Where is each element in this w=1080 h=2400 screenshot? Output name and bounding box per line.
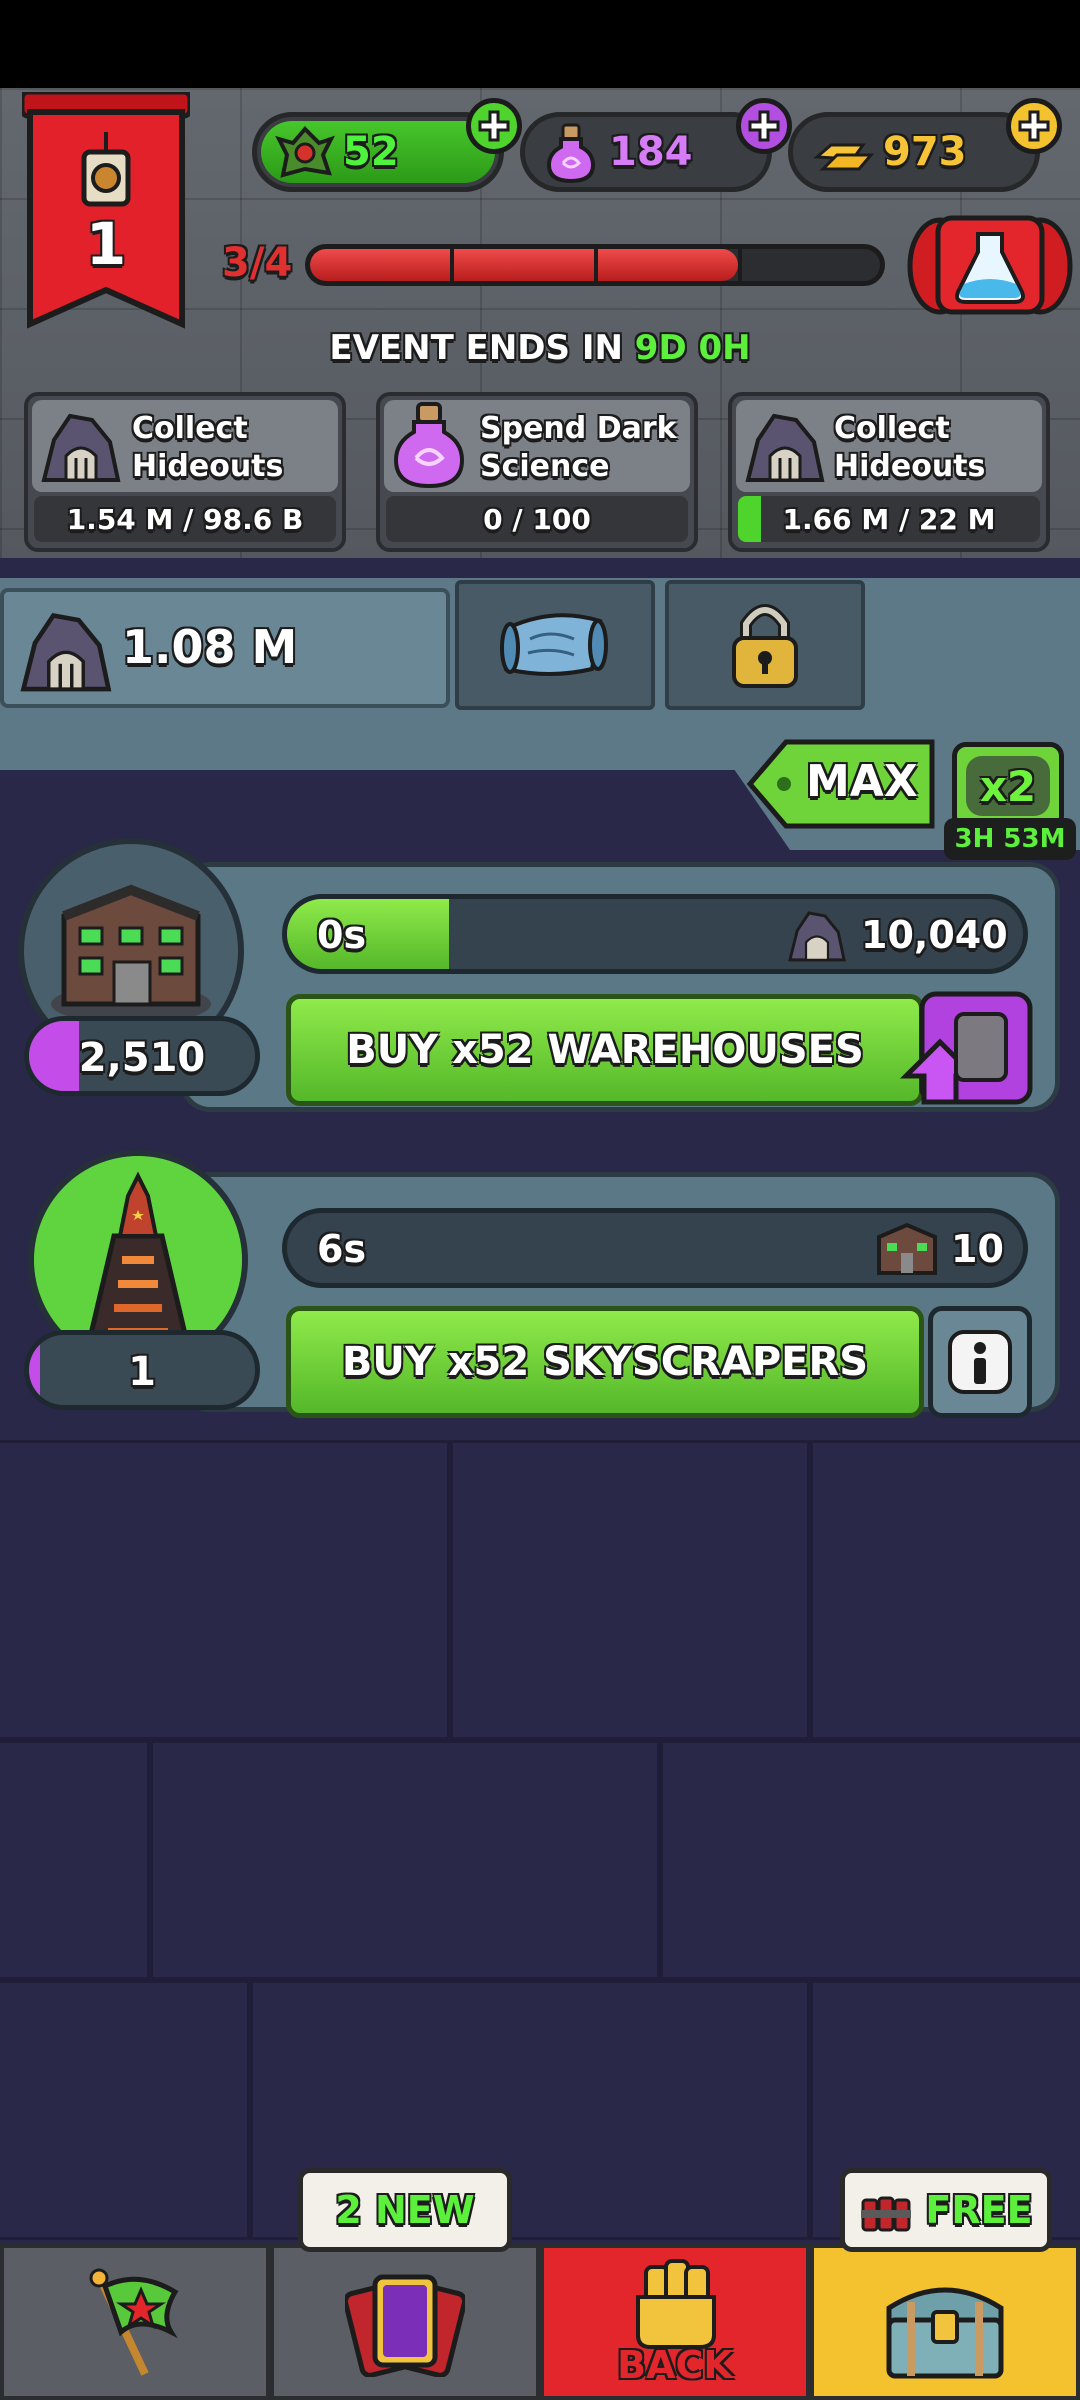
dark-science-pill[interactable]: 184	[520, 112, 772, 192]
add-gold-button[interactable]	[1006, 98, 1062, 154]
flag-icon	[89, 2268, 179, 2376]
tab-locked[interactable]	[665, 580, 865, 710]
gold-pill[interactable]: 973	[788, 112, 1040, 192]
warehouse-icon	[877, 1222, 937, 1275]
cards-new-badge: 2 NEW	[298, 2168, 512, 2252]
x2-boost-button[interactable]: x2	[952, 742, 1064, 830]
warehouse-count: 2,510	[24, 1016, 260, 1096]
task-card[interactable]: Collect Hideouts 1.66 M / 22 M	[728, 392, 1050, 552]
science-flask-icon	[907, 215, 1073, 315]
task-title: Spend Dark Science	[480, 411, 677, 484]
science-button[interactable]	[900, 204, 1080, 324]
map-scroll-icon	[500, 613, 608, 676]
potion-icon	[547, 123, 595, 183]
task-progress-fill	[738, 496, 761, 542]
potion-icon	[394, 402, 464, 488]
warehouse-count-value: 2,510	[78, 1035, 206, 1081]
nav-back[interactable]: BACK	[540, 2244, 810, 2400]
treasure-chest-icon	[886, 2287, 1004, 2379]
buy-skyscrapers-label: BUY x52 SKYSCRAPERS	[341, 1339, 869, 1385]
level-progress-fill	[310, 249, 738, 281]
task-card[interactable]: Collect Hideouts 1.54 M / 98.6 B	[24, 392, 346, 552]
buy-warehouses-label: BUY x52 WAREHOUSES	[346, 1027, 864, 1073]
task-progress: 1.66 M / 22 M	[738, 496, 1040, 542]
buy-skyscrapers-button[interactable]: BUY x52 SKYSCRAPERS	[286, 1306, 924, 1418]
gold-bars-icon	[813, 143, 875, 171]
plus-icon	[478, 110, 510, 142]
padlock-icon	[732, 604, 798, 688]
skyscraper-timer: 6s	[317, 1227, 367, 1271]
skyscraper-count-value: 1	[128, 1349, 156, 1395]
fist-icon	[636, 2259, 716, 2349]
event-days: 9D	[634, 328, 687, 368]
max-label: MAX	[806, 756, 918, 807]
cards-icon	[345, 2274, 465, 2377]
progress-divider	[450, 249, 454, 281]
event-hours: 0H	[698, 328, 751, 368]
hideout-icon	[745, 413, 825, 482]
level-number: 1	[85, 210, 127, 278]
hideout-icon	[788, 911, 846, 962]
card-upgrade-button[interactable]	[899, 990, 1034, 1110]
warehouse-output: 10,040	[861, 913, 1008, 957]
progress-divider	[738, 249, 742, 281]
add-green-button[interactable]	[466, 98, 522, 154]
gold-value: 973	[883, 129, 967, 175]
level-banner[interactable]: 1	[19, 89, 193, 332]
nav-shop[interactable]	[810, 2244, 1080, 2400]
hideout-icon	[41, 413, 121, 482]
status-bar	[0, 0, 1080, 88]
plus-icon	[748, 110, 780, 142]
shop-free-badge: FREE	[840, 2168, 1052, 2252]
minion-icon	[275, 126, 335, 178]
event-timer: EVENT ENDS IN 9D 0H	[0, 328, 1080, 368]
task-title: Collect Hideouts	[834, 411, 986, 484]
skyscraper-output: 10	[951, 1227, 1004, 1271]
task-title: Collect Hideouts	[132, 411, 284, 484]
dark-science-value: 184	[609, 129, 693, 175]
task-progress: 1.54 M / 98.6 B	[34, 496, 336, 542]
resource-value: 1.08 M	[122, 620, 298, 674]
skyscraper-count: 1	[24, 1330, 260, 1410]
nav-cards[interactable]	[270, 2244, 540, 2400]
event-label: EVENT ENDS IN	[329, 328, 623, 368]
task-progress: 0 / 100	[386, 496, 688, 542]
progress-divider	[594, 249, 598, 281]
buy-warehouses-button[interactable]: BUY x52 WAREHOUSES	[286, 994, 924, 1106]
plus-icon	[1018, 110, 1050, 142]
back-label: BACK	[617, 2343, 733, 2387]
tab-map[interactable]	[455, 580, 655, 710]
dynamite-icon	[861, 2196, 912, 2232]
boost-label: x2	[979, 761, 1037, 811]
warehouse-progress-fill	[287, 899, 449, 969]
tab-row	[455, 580, 865, 710]
green-currency-value: 52	[343, 129, 399, 175]
warehouse-timer: 0s	[317, 913, 367, 957]
hideout-icon	[20, 612, 112, 692]
add-dark-science-button[interactable]	[736, 98, 792, 154]
stone-wall-background	[0, 1440, 1080, 2240]
level-progress-text: 3/4	[222, 240, 293, 286]
info-button[interactable]	[928, 1306, 1032, 1418]
info-icon	[948, 1330, 1012, 1394]
card-upgrade-icon	[899, 991, 1033, 1105]
skyscraper-progress: 6s 10	[282, 1208, 1028, 1288]
max-button[interactable]: MAX	[746, 738, 938, 830]
resource-display: 1.08 M	[0, 588, 450, 708]
nav-missions[interactable]	[0, 2244, 270, 2400]
bottom-nav: BACK	[0, 2244, 1080, 2400]
boost-timer: 3H 53M	[944, 818, 1076, 860]
level-progress-bar	[305, 244, 885, 286]
warehouse-progress: 0s 10,040	[282, 894, 1028, 974]
task-card[interactable]: Spend Dark Science 0 / 100	[376, 392, 698, 552]
